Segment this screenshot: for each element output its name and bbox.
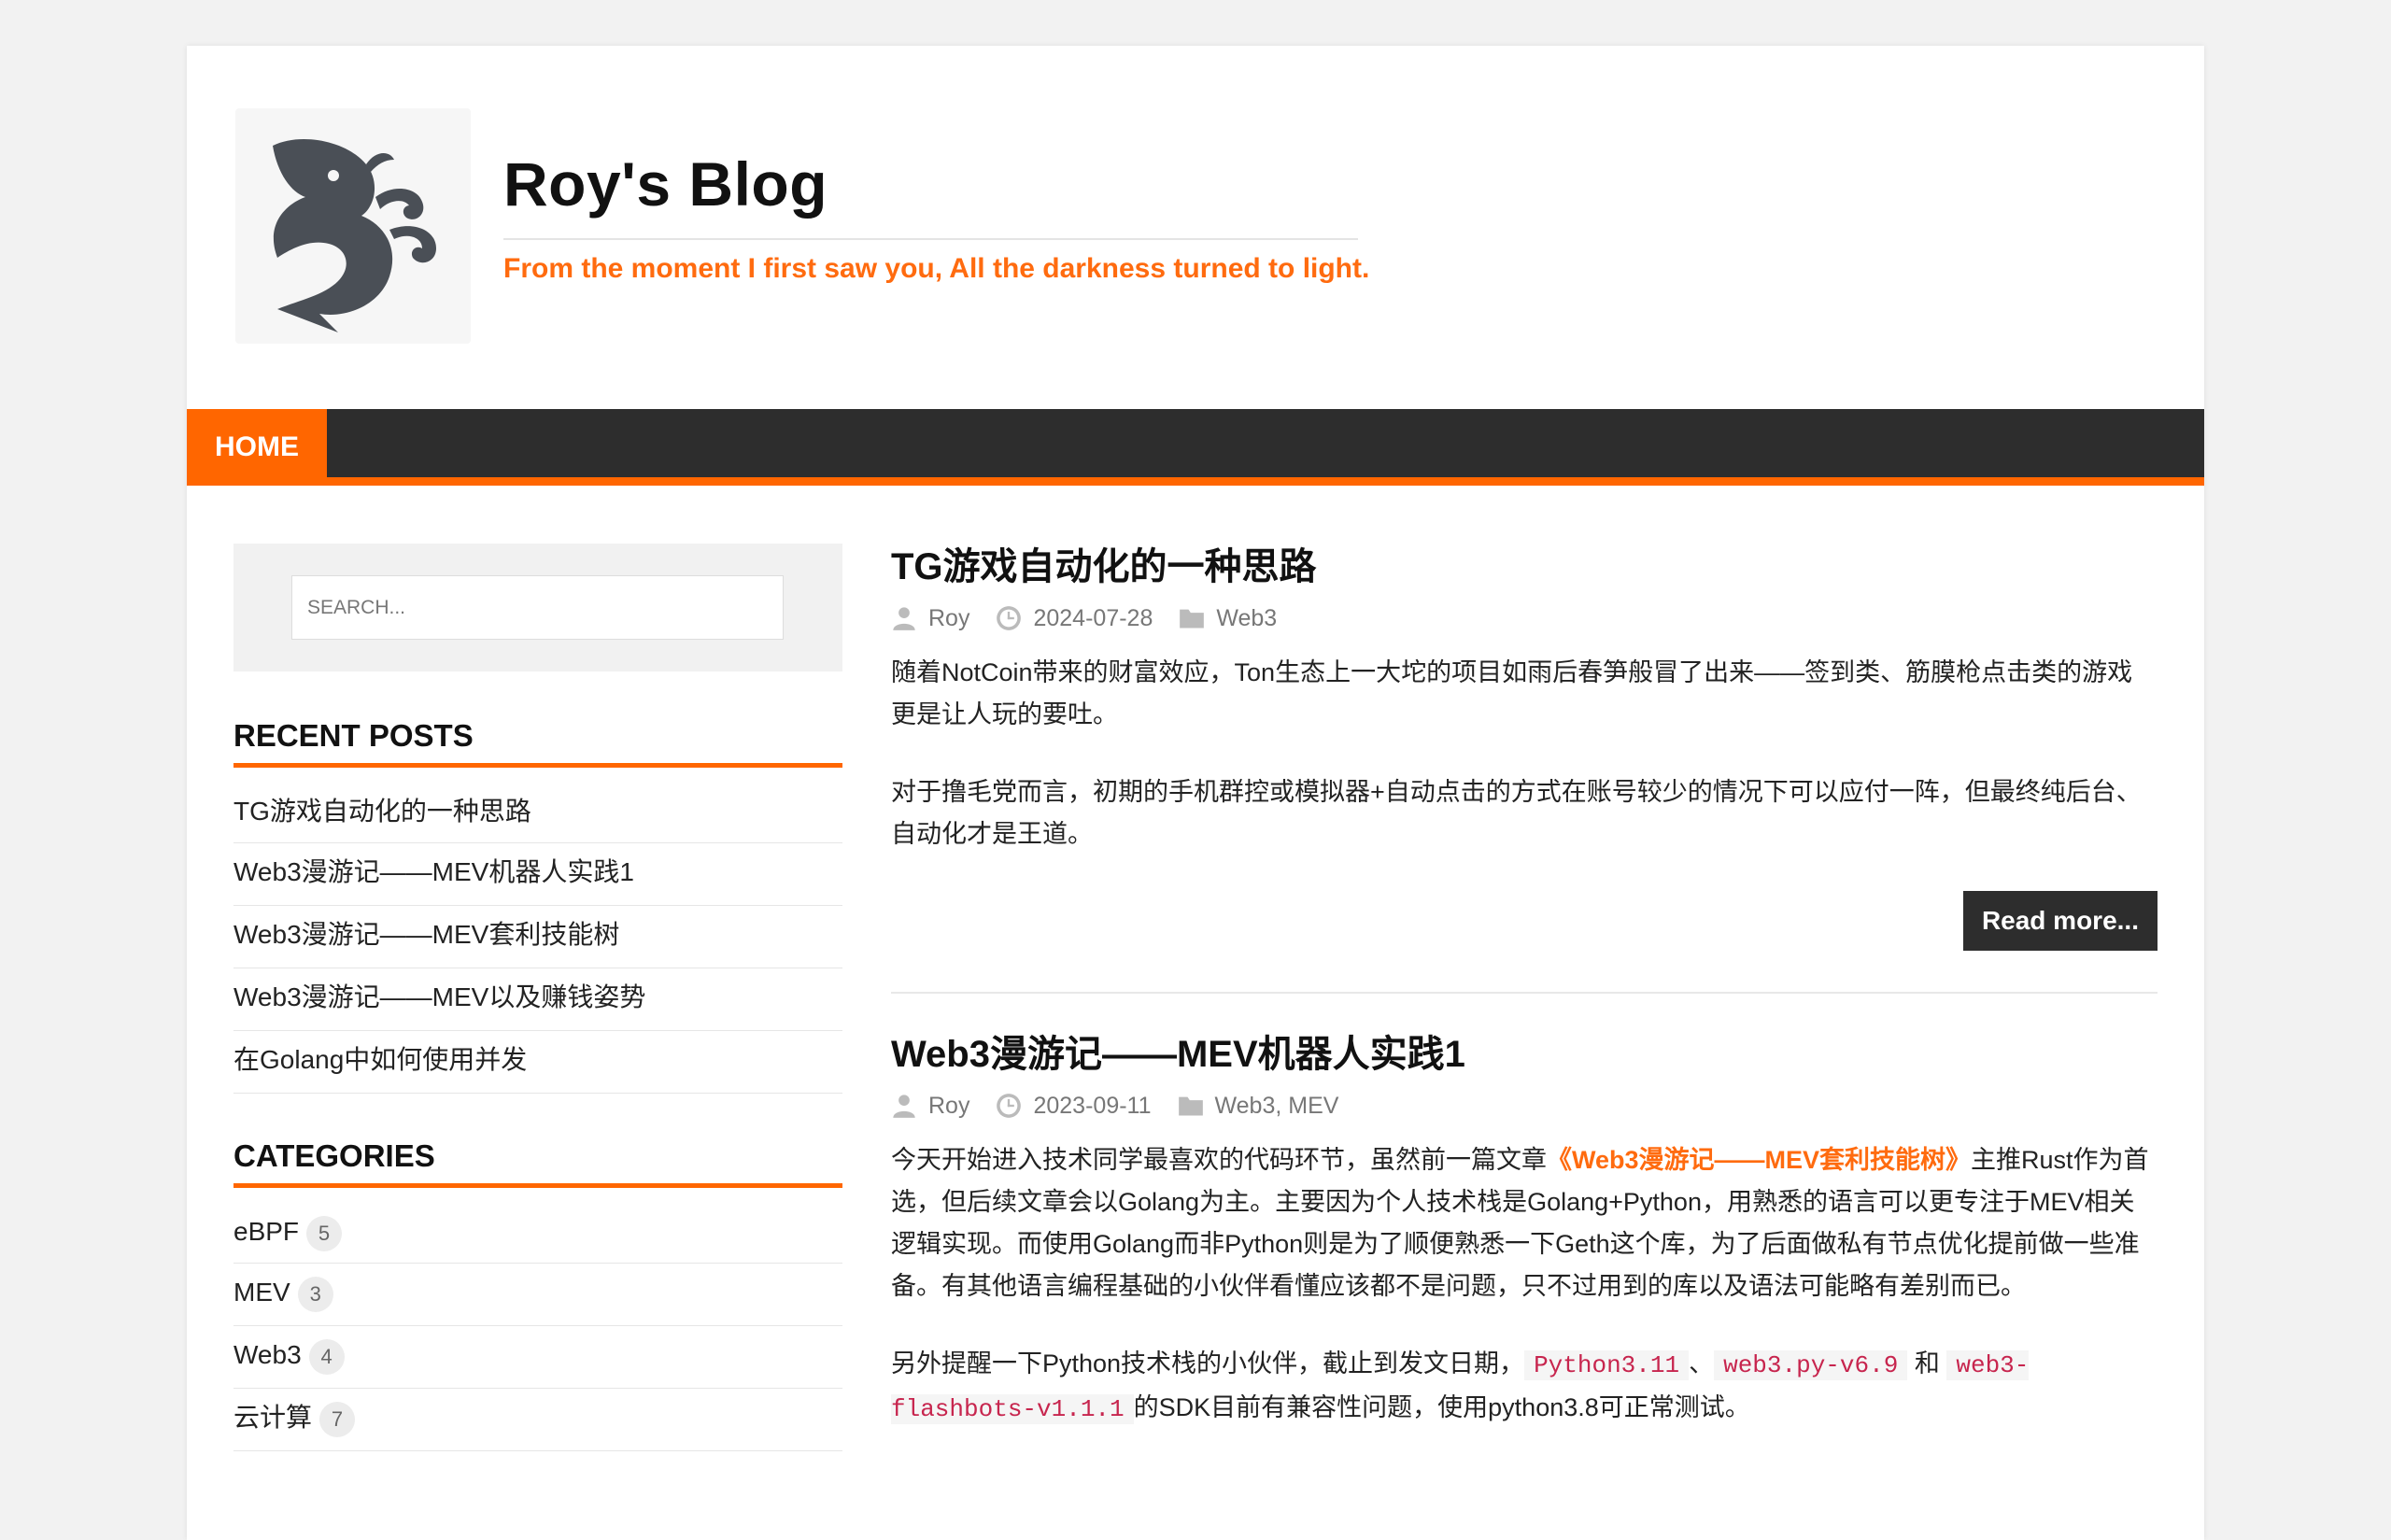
folder-icon — [1180, 609, 1205, 629]
recent-post-link[interactable]: Web3漫游记——MEV机器人实践1 — [233, 857, 634, 886]
categories-heading: CATEGORIES — [233, 1138, 842, 1188]
excerpt-paragraph: 今天开始进入技术同学最喜欢的代码环节，虽然前一篇文章《Web3漫游记——MEV套… — [891, 1139, 2158, 1307]
read-more-button[interactable]: Read more... — [1962, 891, 2158, 951]
recent-post-link[interactable]: Web3漫游记——MEV以及赚钱姿势 — [233, 982, 645, 1011]
category-link[interactable]: Web3 — [233, 1340, 302, 1369]
post-divider — [891, 992, 2158, 994]
clock-icon — [997, 1094, 1022, 1118]
main-navigation: HOME — [187, 409, 2204, 486]
excerpt-paragraph: 另外提醒一下Python技术栈的小伙伴，截止到发文日期， Python3.11、 w… — [891, 1343, 2158, 1431]
inline-code: Python3.11 — [1524, 1350, 1690, 1380]
recent-post-link[interactable]: 在Golang中如何使用并发 — [233, 1045, 527, 1074]
list-item: MEV 3 — [233, 1264, 842, 1326]
excerpt-paragraph: 对于撸毛党而言，初期的手机群控或模拟器+自动点击的方式在账号较少的情况下可以应付… — [891, 778, 2142, 848]
post-title[interactable]: Web3漫游记——MEV机器人实践1 — [891, 1031, 2158, 1078]
user-icon — [893, 607, 915, 630]
list-item: Web3漫游记——MEV套利技能树 — [233, 906, 842, 968]
site-header: Roy's Blog From the moment I first saw y… — [187, 46, 2204, 409]
sidebar: RECENT POSTS TG游戏自动化的一种思路 Web3漫游记——MEV机器… — [233, 544, 842, 1451]
dragon-logo-icon — [273, 138, 436, 332]
post-category-link[interactable]: Web3, MEV — [1215, 1093, 1339, 1120]
main-content: TG游戏自动化的一种思路 Roy 2024-07-28 Web3 随着NotCo… — [891, 544, 2158, 1466]
post-author-link[interactable]: Roy — [928, 605, 969, 632]
post-excerpt: 今天开始进入技术同学最喜欢的代码环节，虽然前一篇文章《Web3漫游记——MEV套… — [891, 1139, 2158, 1431]
site-title[interactable]: Roy's Blog — [503, 148, 828, 219]
list-item: Web3漫游记——MEV机器人实践1 — [233, 843, 842, 906]
list-item: Web3 4 — [233, 1326, 842, 1389]
category-link[interactable]: MEV — [233, 1278, 290, 1307]
inline-code: web3.py-v6.9 — [1714, 1350, 1908, 1380]
category-link[interactable]: eBPF — [233, 1217, 299, 1246]
recent-posts-heading: RECENT POSTS — [233, 718, 842, 768]
category-link[interactable]: 云计算 — [233, 1403, 312, 1432]
list-item: Web3漫游记——MEV以及赚钱姿势 — [233, 968, 842, 1031]
excerpt-text: 和 — [1914, 1349, 1940, 1378]
title-divider — [503, 238, 1358, 240]
recent-post-link[interactable]: TG游戏自动化的一种思路 — [233, 797, 531, 826]
nav-home-link[interactable]: HOME — [187, 409, 327, 486]
read-more-row: Read more... — [891, 891, 2158, 956]
recent-posts-list: TG游戏自动化的一种思路 Web3漫游记——MEV机器人实践1 Web3漫游记—… — [233, 790, 842, 1094]
recent-post-link[interactable]: Web3漫游记——MEV套利技能树 — [233, 920, 619, 949]
excerpt-paragraph: 随着NotCoin带来的财富效应，Ton生态上一大坨的项目如雨后春笋般冒了出来—… — [891, 658, 2133, 728]
post-author-link[interactable]: Roy — [928, 1093, 969, 1120]
excerpt-text: 今天开始进入技术同学最喜欢的代码环节，虽然前一篇文章 — [891, 1146, 1547, 1174]
list-item: 云计算 7 — [233, 1389, 842, 1451]
list-item: eBPF 5 — [233, 1210, 842, 1264]
categories-list: eBPF 5 MEV 3 Web3 4 云计算 7 — [233, 1210, 842, 1451]
site-tagline: From the moment I first saw you, All the… — [503, 253, 1370, 284]
list-item: TG游戏自动化的一种思路 — [233, 790, 842, 843]
post-date: 2023-09-11 — [1033, 1092, 1152, 1119]
post-excerpt: 随着NotCoin带来的财富效应，Ton生态上一大坨的项目如雨后春笋般冒了出来—… — [891, 652, 2158, 855]
category-count-badge: 4 — [308, 1338, 345, 1375]
post-meta: Roy 2024-07-28 Web3 — [891, 600, 2158, 637]
clock-icon — [997, 606, 1022, 630]
category-count-badge: 3 — [297, 1276, 333, 1312]
search-widget — [233, 544, 842, 671]
excerpt-text: 的SDK目前有兼容性问题，使用python3.8可正常测试。 — [1133, 1393, 1750, 1421]
site-logo[interactable] — [235, 108, 471, 344]
list-item: 在Golang中如何使用并发 — [233, 1031, 842, 1094]
post-date: 2024-07-28 — [1033, 604, 1153, 631]
page-container: Roy's Blog From the moment I first saw y… — [187, 46, 2204, 1540]
excerpt-text: 另外提醒一下Python技术栈的小伙伴，截止到发文日期， — [891, 1349, 1525, 1378]
excerpt-text: 、 — [1689, 1349, 1715, 1378]
post-meta: Roy 2023-09-11 Web3, MEV — [891, 1087, 2158, 1124]
post-title[interactable]: TG游戏自动化的一种思路 — [891, 544, 2158, 590]
category-count-badge: 7 — [319, 1401, 356, 1437]
post-category-link[interactable]: Web3 — [1216, 605, 1277, 632]
article-link[interactable]: 《Web3漫游记——MEV套利技能树》 — [1547, 1146, 1971, 1174]
user-icon — [893, 1095, 915, 1118]
search-input[interactable] — [291, 575, 784, 640]
post-article: TG游戏自动化的一种思路 Roy 2024-07-28 Web3 随着NotCo… — [891, 544, 2158, 956]
category-count-badge: 5 — [306, 1215, 343, 1251]
folder-icon — [1178, 1096, 1203, 1116]
post-article: Web3漫游记——MEV机器人实践1 Roy 2023-09-11 Web3, … — [891, 1031, 2158, 1431]
